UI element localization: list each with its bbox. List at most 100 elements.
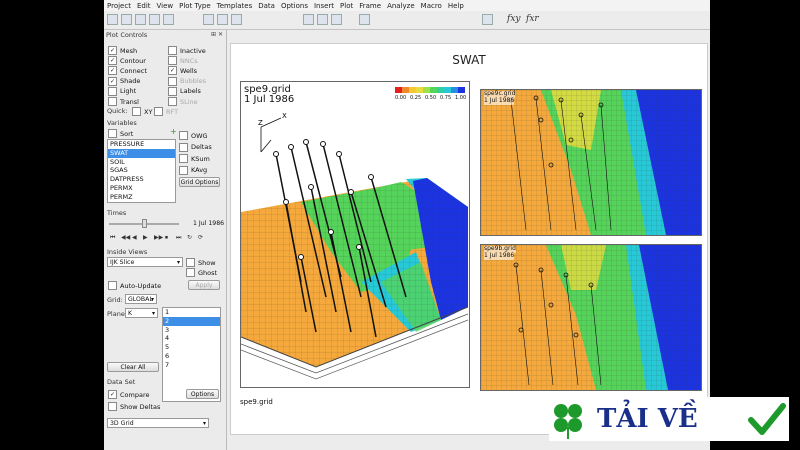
menu-item-analyze[interactable]: Analyze bbox=[384, 2, 418, 10]
quick-rft-checkbox[interactable]: RFT bbox=[154, 107, 178, 116]
shade-checkbox[interactable]: ✓ Shade bbox=[108, 76, 140, 86]
grid-options-button[interactable]: Grid Options bbox=[179, 177, 220, 187]
time-control-7[interactable]: ↻ bbox=[187, 234, 192, 241]
time-control-5[interactable]: ⏹ bbox=[165, 234, 168, 242]
zoom-icon[interactable] bbox=[203, 14, 214, 25]
sline-checkbox[interactable]: SLine bbox=[168, 97, 198, 106]
dataset-dropdown[interactable]: 3D Grid bbox=[107, 418, 209, 428]
function-xy-button[interactable]: fxy bbox=[507, 13, 521, 25]
plane-item[interactable]: 6 bbox=[163, 352, 220, 361]
panel-window-buttons[interactable]: ⊞ ✕ bbox=[211, 31, 223, 38]
ghost-checkbox[interactable]: Ghost bbox=[186, 268, 217, 277]
checkmark-icon bbox=[748, 403, 786, 435]
transl-checkbox[interactable]: Transl bbox=[108, 97, 139, 106]
compare-checkbox[interactable]: ✓ Compare bbox=[108, 390, 150, 399]
light-checkbox[interactable]: Light bbox=[108, 86, 136, 96]
auto-update-checkbox[interactable]: Auto-Update bbox=[108, 281, 161, 290]
mesh-checkbox[interactable]: ✓ Mesh bbox=[108, 46, 137, 55]
quick-label: Quick: bbox=[107, 107, 128, 115]
compare-grid-frame-1[interactable]: spe9c.grid 1 Jul 1986 bbox=[480, 89, 702, 236]
nncs-checkbox[interactable]: NNCs bbox=[168, 56, 198, 66]
menu-item-edit[interactable]: Edit bbox=[134, 2, 154, 10]
copy-icon[interactable] bbox=[163, 14, 174, 25]
time-control-1[interactable]: ◀◀ bbox=[121, 234, 130, 241]
plane-item[interactable]: 5 bbox=[163, 343, 220, 352]
variables-list[interactable]: PRESSURE SWAT SOIL SGAS DATPRESS PERMX PERMZ bbox=[107, 139, 176, 203]
owg-checkbox[interactable]: OWG bbox=[179, 131, 208, 140]
compare-grid-frame-2[interactable]: spe9b.grid 1 Jul 1986 bbox=[480, 244, 702, 391]
deltas-checkbox[interactable]: Deltas bbox=[179, 142, 212, 152]
variable-item[interactable]: PRESSURE bbox=[108, 140, 175, 149]
sort-checkbox[interactable]: Sort bbox=[108, 129, 133, 138]
bubbles-checkbox[interactable]: Bubbles bbox=[168, 76, 206, 86]
menu-item-plot[interactable]: Plot bbox=[337, 2, 356, 10]
time-value: 1 Jul 1986 bbox=[193, 220, 225, 227]
plot-canvas[interactable]: SWAT spe9.grid 1 Jul 1986 0.00 0.25 0.50 0.… bbox=[230, 43, 708, 435]
clear-all-button[interactable]: Clear All bbox=[107, 362, 159, 372]
grid-icon[interactable] bbox=[317, 14, 328, 25]
time-control-6[interactable]: ⏭ bbox=[176, 234, 181, 242]
variable-item[interactable]: PERMZ bbox=[108, 193, 175, 202]
time-control-8[interactable]: ⟳ bbox=[198, 234, 203, 241]
menu-item-templates[interactable]: Templates bbox=[214, 2, 256, 10]
menu-item-view[interactable]: View bbox=[154, 2, 177, 10]
labels-checkbox[interactable]: Labels bbox=[168, 86, 201, 96]
add-variable-icon[interactable]: + bbox=[170, 127, 177, 136]
options-button[interactable]: Options bbox=[186, 389, 219, 399]
wells-checkbox[interactable]: ✓ Wells bbox=[168, 66, 197, 76]
time-control-0[interactable]: ⏮ bbox=[110, 234, 115, 242]
grid-dropdown[interactable]: GLOBAL bbox=[125, 294, 157, 304]
pointer-icon[interactable] bbox=[303, 14, 314, 25]
save-icon[interactable] bbox=[135, 14, 146, 25]
plane-item[interactable]: 4 bbox=[163, 334, 220, 343]
ksum-checkbox[interactable]: KSum bbox=[179, 154, 210, 163]
time-control-2[interactable]: ◀ bbox=[132, 234, 137, 241]
plane-item[interactable]: 3 bbox=[163, 326, 220, 335]
rotate-icon[interactable] bbox=[231, 14, 242, 25]
time-control-3[interactable]: ▶ bbox=[143, 234, 148, 241]
plane-item[interactable]: 2 bbox=[163, 316, 220, 326]
plot-title: SWAT bbox=[452, 53, 486, 67]
contour-checkbox[interactable]: ✓ Contour bbox=[108, 56, 146, 66]
grid-label: Grid: bbox=[107, 296, 123, 304]
probe-icon[interactable] bbox=[217, 14, 228, 25]
plane-list[interactable]: 1234567 bbox=[162, 307, 221, 402]
plot-icon[interactable] bbox=[482, 14, 493, 25]
translate-icon[interactable] bbox=[331, 14, 342, 25]
apply-button[interactable]: Apply bbox=[188, 280, 220, 290]
plane-item[interactable]: 1 bbox=[163, 308, 220, 317]
menu-item-options[interactable]: Options bbox=[278, 2, 311, 10]
plane-item[interactable]: 7 bbox=[163, 361, 220, 370]
connect-checkbox[interactable]: ✓ Connect bbox=[108, 66, 147, 76]
show-checkbox[interactable]: Show bbox=[186, 258, 216, 267]
show-deltas-checkbox[interactable]: Show Deltas bbox=[108, 402, 160, 411]
menu-item-frame[interactable]: Frame bbox=[356, 2, 384, 10]
menu-item-project[interactable]: Project bbox=[104, 2, 134, 10]
toolbar: fxy fxr bbox=[104, 11, 710, 30]
menu-item-help[interactable]: Help bbox=[445, 2, 467, 10]
main-grid-frame[interactable]: spe9.grid 1 Jul 1986 0.00 0.25 0.50 0.75 1.0… bbox=[240, 81, 470, 388]
menu-item-data[interactable]: Data bbox=[255, 2, 278, 10]
time-slider-handle[interactable] bbox=[142, 219, 147, 228]
variable-item[interactable]: SOIL bbox=[108, 158, 175, 167]
open-icon[interactable] bbox=[121, 14, 132, 25]
inactive-checkbox[interactable]: Inactive bbox=[168, 46, 206, 55]
print-icon[interactable] bbox=[149, 14, 160, 25]
function-xr-button[interactable]: fxr bbox=[526, 13, 539, 25]
times-label: Times bbox=[107, 209, 127, 217]
table-icon[interactable] bbox=[359, 14, 370, 25]
variable-item[interactable]: PERMX bbox=[108, 184, 175, 193]
menu-item-insert[interactable]: Insert bbox=[311, 2, 337, 10]
plane-dropdown[interactable]: K bbox=[125, 308, 158, 318]
kavg-checkbox[interactable]: KAvg bbox=[179, 165, 207, 175]
quick-xy-checkbox[interactable]: XY bbox=[132, 107, 152, 116]
inside-views-label: Inside Views bbox=[107, 248, 148, 256]
new-icon[interactable] bbox=[107, 14, 118, 25]
variable-item[interactable]: SWAT bbox=[108, 148, 175, 158]
inside-views-dropdown[interactable]: IJK Slice bbox=[107, 257, 183, 267]
menu-item-macro[interactable]: Macro bbox=[418, 2, 445, 10]
menu-item-plot-type[interactable]: Plot Type bbox=[176, 2, 214, 10]
variable-item[interactable]: SGAS bbox=[108, 166, 175, 175]
time-control-4[interactable]: ▶▶ bbox=[154, 234, 163, 241]
variable-item[interactable]: DATPRESS bbox=[108, 175, 175, 184]
